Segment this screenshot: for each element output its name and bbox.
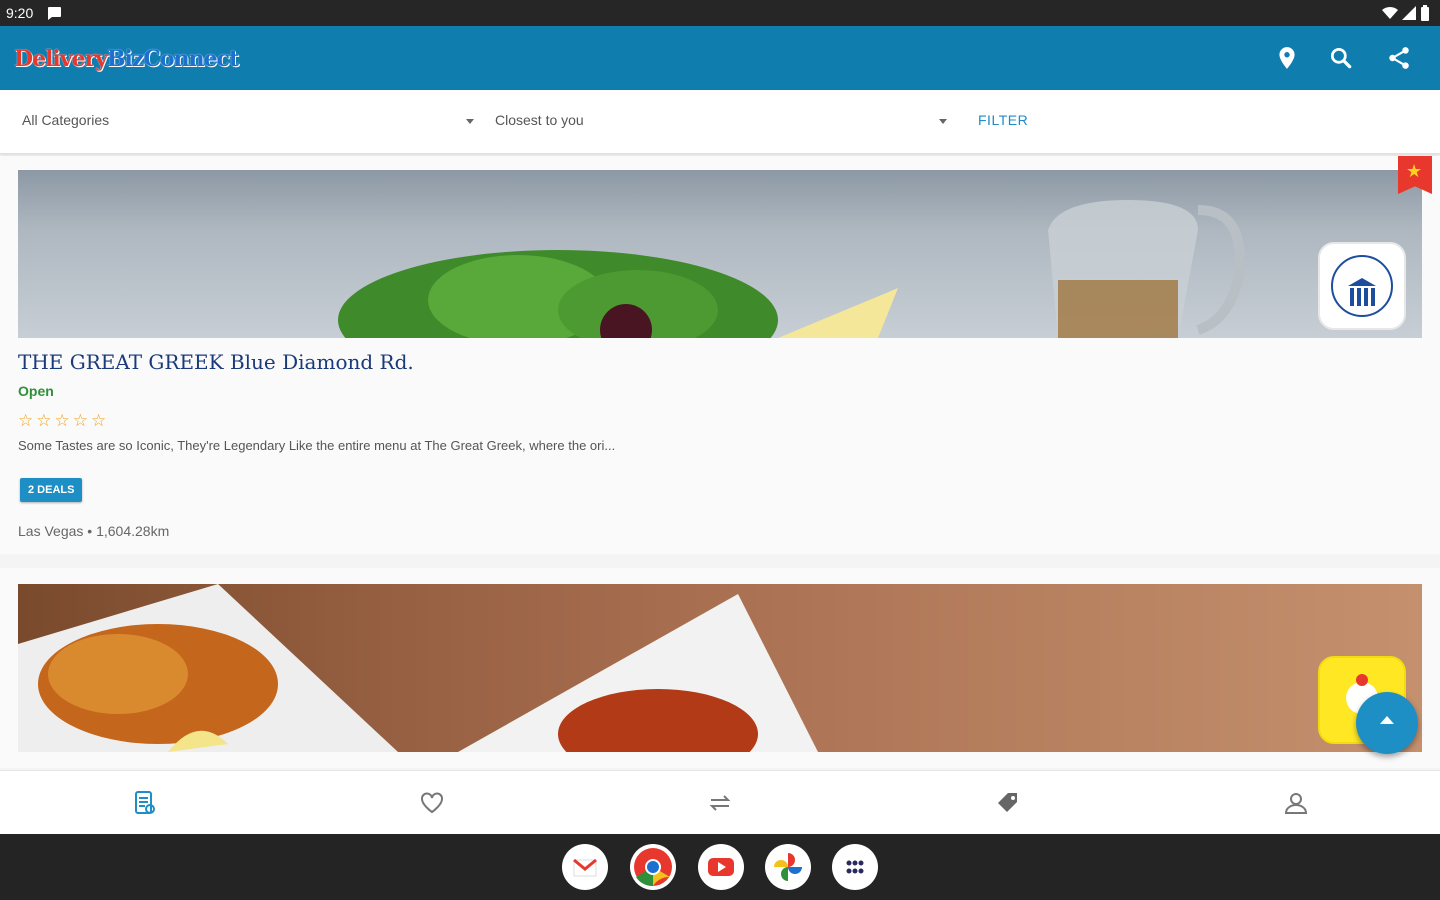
status-time: 9:20	[6, 5, 34, 21]
restaurant-logo	[1318, 242, 1406, 330]
youtube-icon[interactable]	[698, 844, 744, 890]
profile-icon[interactable]	[1282, 789, 1310, 817]
battery-icon	[1421, 5, 1429, 21]
filter-button[interactable]: FILTER	[978, 112, 1028, 128]
chrome-icon[interactable]	[630, 844, 676, 890]
listing-banner-image	[18, 170, 1422, 338]
deals-badge[interactable]: 2 DEALS	[20, 478, 83, 502]
salad-photo	[338, 200, 1245, 338]
listing-card[interactable]	[0, 568, 1440, 768]
category-dropdown[interactable]: All Categories	[22, 112, 476, 128]
photos-icon[interactable]	[765, 844, 811, 890]
listings-icon[interactable]	[130, 789, 158, 817]
signal-icon	[1402, 6, 1416, 20]
chat-icon	[48, 7, 61, 20]
favorites-icon[interactable]	[418, 789, 446, 817]
app-bar: DeliveryBizConnect	[0, 26, 1440, 90]
system-dock	[0, 834, 1440, 900]
location-pin-icon[interactable]	[1274, 45, 1300, 71]
sort-dropdown[interactable]: Closest to you	[495, 112, 949, 128]
transfer-icon[interactable]	[706, 789, 734, 817]
filter-bar: All Categories Closest to you FILTER	[0, 90, 1440, 154]
search-icon[interactable]	[1328, 45, 1354, 71]
listing-title[interactable]: THE GREAT GREEK Blue Diamond Rd.	[18, 350, 414, 374]
listing-banner-image	[18, 584, 1422, 752]
app-drawer-icon[interactable]	[832, 844, 878, 890]
listing-location: Las Vegas • 1,604.28km	[18, 523, 170, 539]
wifi-icon	[1382, 6, 1398, 20]
chevron-down-icon	[466, 119, 474, 124]
open-status: Open	[18, 383, 54, 399]
share-icon[interactable]	[1386, 45, 1412, 71]
listing-card[interactable]: THE GREAT GREEK Blue Diamond Rd. Open ☆☆…	[0, 156, 1440, 554]
status-bar: 9:20	[0, 0, 1440, 26]
rating-stars: ☆☆☆☆☆	[18, 411, 110, 430]
bottom-navigation	[0, 770, 1440, 834]
star-icon: ★	[1406, 161, 1423, 181]
scroll-to-top-button[interactable]	[1356, 692, 1418, 754]
great-greek-logo	[1331, 255, 1393, 317]
gmail-icon[interactable]	[562, 844, 608, 890]
chevron-down-icon	[939, 119, 947, 124]
chevron-up-icon	[1380, 716, 1394, 724]
fried-food-photo	[18, 584, 818, 752]
deals-tag-icon[interactable]	[994, 789, 1022, 817]
listing-description: Some Tastes are so Iconic, They're Legen…	[18, 438, 616, 453]
app-logo: DeliveryBizConnect	[14, 46, 239, 72]
